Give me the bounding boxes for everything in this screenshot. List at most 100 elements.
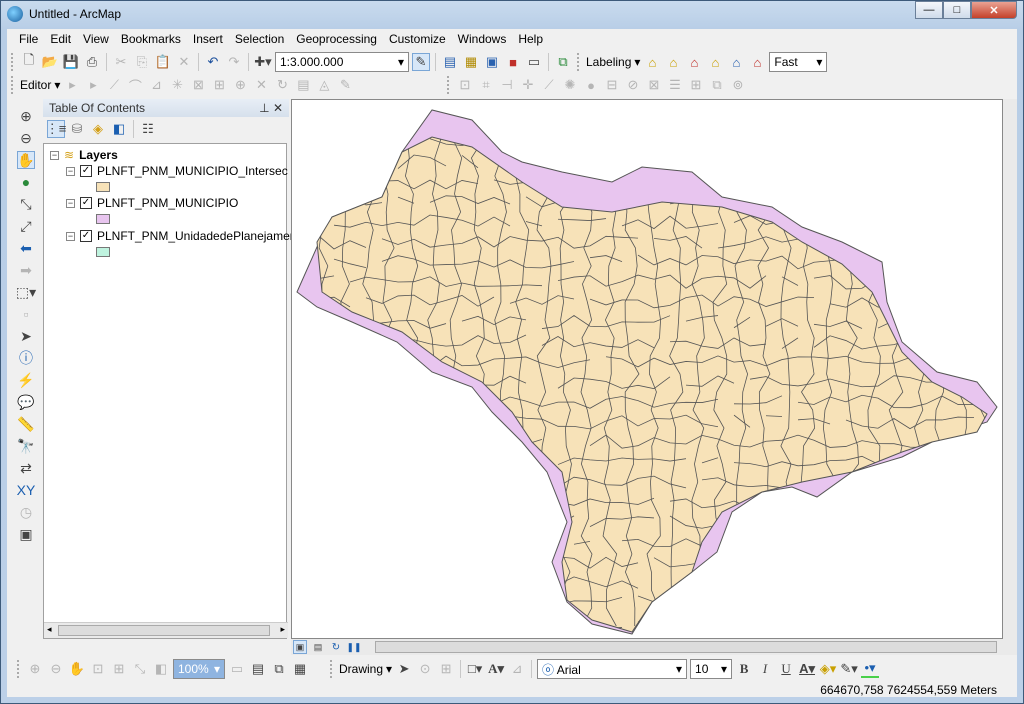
layer-visibility-checkbox[interactable]: ✓ bbox=[80, 230, 92, 242]
zoom-in-icon[interactable]: ⊕ bbox=[17, 107, 35, 125]
layer-item[interactable]: − ✓ PLNFT_PNM_MUNICIPIO_Intersec bbox=[66, 164, 288, 178]
edit-vertices-icon[interactable]: ⊠ bbox=[189, 76, 207, 94]
planarize-icon[interactable]: ⊞ bbox=[687, 76, 705, 94]
drawing-menu[interactable]: Drawing bbox=[339, 662, 383, 676]
back-extent-icon[interactable]: ⬅ bbox=[17, 239, 35, 257]
fill-color-icon[interactable]: ◈▾ bbox=[819, 660, 837, 678]
zoom-whole-page-icon[interactable]: ⊡ bbox=[89, 660, 107, 678]
menu-edit[interactable]: Edit bbox=[44, 32, 77, 46]
arctoolbox-icon[interactable]: ■ bbox=[504, 53, 522, 71]
fixed-zoom-in-layout-icon[interactable]: ⤡ bbox=[131, 660, 149, 678]
split-icon[interactable]: ✕ bbox=[252, 76, 270, 94]
label-manager-icon[interactable]: ⌂ bbox=[643, 53, 661, 71]
hyperlink-icon[interactable]: ⚡ bbox=[17, 371, 35, 389]
delete-icon[interactable]: ✕ bbox=[175, 53, 193, 71]
map-vertical-scrollbar[interactable] bbox=[1003, 99, 1017, 639]
endpoint-arc-icon[interactable]: ⌒ bbox=[126, 76, 144, 94]
pin-icon[interactable]: ⊥ bbox=[259, 101, 269, 115]
italic-icon[interactable]: I bbox=[756, 660, 774, 678]
data-driven-pages-icon[interactable]: ▦ bbox=[291, 660, 309, 678]
editor-menu[interactable]: Editor bbox=[20, 78, 51, 92]
find-icon[interactable]: 🔭 bbox=[17, 437, 35, 455]
menu-view[interactable]: View bbox=[77, 32, 115, 46]
layer-visibility-checkbox[interactable]: ✓ bbox=[80, 197, 92, 209]
map-topology-icon[interactable]: ⊘ bbox=[624, 76, 642, 94]
menu-insert[interactable]: Insert bbox=[187, 32, 229, 46]
select-elements-draw-icon[interactable]: ➤ bbox=[395, 660, 413, 678]
cut-polygons-icon[interactable]: ⊕ bbox=[231, 76, 249, 94]
label-priority-icon[interactable]: ⌂ bbox=[664, 53, 682, 71]
list-by-selection-icon[interactable]: ◧ bbox=[110, 120, 128, 138]
toggle-draft-icon[interactable]: ▭ bbox=[228, 660, 246, 678]
font-size-combo[interactable]: 10 ▾ bbox=[690, 659, 733, 679]
edit-annotation-icon[interactable]: ▸ bbox=[84, 76, 102, 94]
list-by-source-icon[interactable]: ⛁ bbox=[68, 120, 86, 138]
layout-pan-icon[interactable]: ✋ bbox=[68, 660, 86, 678]
map-scale-combo[interactable]: 1:3.000.000 ▾ bbox=[275, 52, 409, 72]
undo-icon[interactable]: ↶ bbox=[204, 53, 222, 71]
print-icon[interactable]: ⎙ bbox=[83, 53, 101, 71]
close-button[interactable]: ✕ bbox=[971, 1, 1017, 19]
select-features-icon[interactable]: ⬚▾ bbox=[16, 283, 36, 301]
label-quality-combo[interactable]: Fast ▾ bbox=[769, 52, 828, 72]
create-features-icon[interactable]: ✎ bbox=[336, 76, 354, 94]
attributes-icon[interactable]: ▤ bbox=[294, 76, 312, 94]
unplaced-labels-icon[interactable]: ⌂ bbox=[748, 53, 766, 71]
toc-close-icon[interactable]: ✕ bbox=[273, 101, 283, 115]
refresh-icon[interactable]: ↻ bbox=[329, 640, 343, 654]
search-window-icon[interactable]: ▣ bbox=[483, 53, 501, 71]
save-icon[interactable]: 💾 bbox=[62, 53, 80, 71]
menu-bookmarks[interactable]: Bookmarks bbox=[115, 32, 187, 46]
lock-labels-icon[interactable]: ⌂ bbox=[706, 53, 724, 71]
map-canvas[interactable] bbox=[292, 100, 1002, 638]
focus-data-frame-icon[interactable]: ▤ bbox=[249, 660, 267, 678]
reshape-icon[interactable]: ⊞ bbox=[210, 76, 228, 94]
open-icon[interactable]: 📂 bbox=[41, 53, 59, 71]
go-to-xy-icon[interactable]: XY bbox=[17, 481, 36, 499]
full-extent-icon[interactable]: ● bbox=[17, 173, 35, 191]
change-layout-icon[interactable]: ⧉ bbox=[270, 660, 288, 678]
pause-labeling-icon[interactable]: ⌂ bbox=[727, 53, 745, 71]
maximize-button[interactable]: □ bbox=[943, 1, 971, 19]
model-builder-icon[interactable]: ⧉ bbox=[554, 53, 572, 71]
point-icon[interactable]: ✳ bbox=[168, 76, 186, 94]
layer-item[interactable]: − ✓ PLNFT_PNM_MUNICIPIO bbox=[66, 196, 238, 210]
viewer-window-icon[interactable]: ▣ bbox=[17, 525, 35, 543]
label-weights-icon[interactable]: ⌂ bbox=[685, 53, 703, 71]
select-elements-icon[interactable]: ➤ bbox=[17, 327, 35, 345]
validate-icon[interactable]: ✺ bbox=[561, 76, 579, 94]
options-icon[interactable]: ☷ bbox=[139, 120, 157, 138]
labeling-menu[interactable]: Labeling bbox=[586, 55, 631, 69]
redo-icon[interactable]: ↷ bbox=[225, 53, 243, 71]
map-view[interactable] bbox=[291, 99, 1003, 639]
layout-zoom-out-icon[interactable]: ⊖ bbox=[47, 660, 65, 678]
underline-icon[interactable]: U bbox=[777, 660, 795, 678]
layout-zoom-in-icon[interactable]: ⊕ bbox=[26, 660, 44, 678]
python-window-icon[interactable]: ▭ bbox=[525, 53, 543, 71]
toolbar-grip[interactable] bbox=[11, 53, 14, 71]
error-icon[interactable]: ⊚ bbox=[729, 76, 747, 94]
construct-features-icon[interactable]: ☰ bbox=[666, 76, 684, 94]
menu-geoprocessing[interactable]: Geoprocessing bbox=[290, 32, 383, 46]
collapse-icon[interactable]: − bbox=[50, 150, 59, 160]
minimize-button[interactable]: — bbox=[915, 1, 943, 19]
marker-color-icon[interactable]: •▾ bbox=[861, 660, 880, 678]
editor-toolbar-icon[interactable]: ✎ bbox=[412, 53, 430, 71]
straight-segment-icon[interactable]: ⟋ bbox=[105, 76, 123, 94]
trace-icon[interactable]: ⊿ bbox=[147, 76, 165, 94]
copy-icon[interactable]: ⎘ bbox=[133, 53, 151, 71]
layer-item[interactable]: − ✓ PLNFT_PNM_UnidadedePlanejamento bbox=[66, 229, 306, 243]
menu-file[interactable]: File bbox=[13, 32, 44, 46]
html-popup-icon[interactable]: 💬 bbox=[17, 393, 35, 411]
topology-edit-icon[interactable]: ⊡ bbox=[456, 76, 474, 94]
data-view-icon[interactable]: ▣ bbox=[293, 640, 307, 654]
toc-horizontal-scrollbar[interactable]: ◂ ▸ bbox=[44, 622, 288, 638]
list-by-drawing-order-icon[interactable]: ⋮≡ bbox=[46, 120, 66, 138]
time-slider-icon[interactable]: ◷ bbox=[17, 503, 35, 521]
map-horizontal-scrollbar[interactable] bbox=[375, 641, 997, 653]
toc-window-icon[interactable]: ▤ bbox=[441, 53, 459, 71]
menu-windows[interactable]: Windows bbox=[452, 32, 513, 46]
cut-icon[interactable]: ✂ bbox=[112, 53, 130, 71]
text-icon[interactable]: A▾ bbox=[487, 660, 505, 678]
align-edge-icon[interactable]: ⊣ bbox=[498, 76, 516, 94]
